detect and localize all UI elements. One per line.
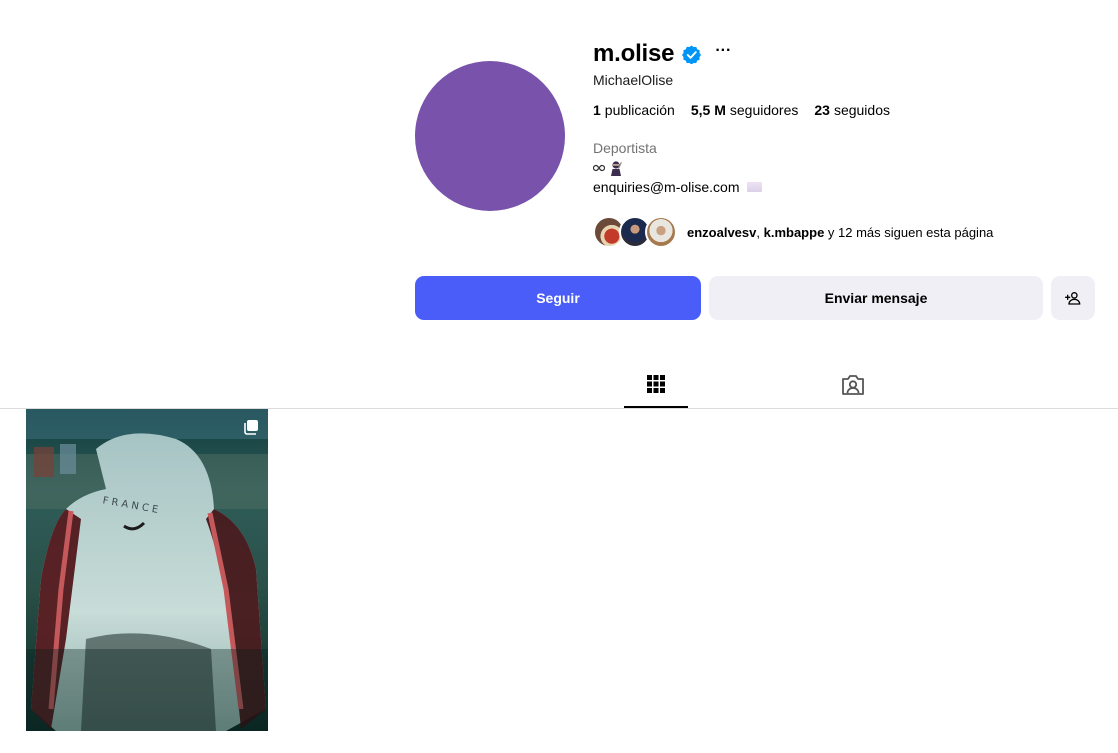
profile-info: m.olise ··· MichaelOlise 1 publicación 5,… [593,38,1093,195]
follow-button[interactable]: Seguir [415,276,701,320]
posts-stat: 1 publicación [593,102,675,118]
post-thumbnail[interactable]: F R A N C E [26,409,268,731]
envelope-emoji-icon [747,182,763,192]
email-text: enquiries@m-olise.com [593,179,740,195]
followed-by-rest: y 12 más siguen esta página [824,224,994,240]
verified-badge-icon [682,44,702,64]
infinity-icon [593,164,605,172]
profile-stats: 1 publicación 5,5 Mseguidores 23 seguidos [593,102,1093,118]
more-options-button[interactable]: ··· [715,43,731,59]
full-name: MichaelOlise [593,72,674,88]
posts-label: publicación [604,102,675,118]
followers-label: seguidores [729,102,799,118]
following-count: 23 [814,102,830,118]
add-person-icon [1065,292,1081,305]
followed-by-text: enzoalvesv, k.mbappe y 12 más siguen est… [687,225,993,240]
send-message-button[interactable]: Enviar mensaje [709,276,1043,320]
ninja-emoji-icon [611,160,622,176]
username-row: m.olise ··· [593,38,1093,70]
followers-count: 5,5 M [690,102,726,118]
followed-by-avatars [593,216,677,248]
suggested-accounts-button[interactable] [1051,276,1095,320]
post-image: F R A N C E [26,409,268,731]
tab-posts[interactable] [624,370,688,408]
tagged-person-icon [842,375,864,395]
followed-by-separator: , [756,224,764,240]
posts-count: 1 [593,102,601,118]
followed-by-row[interactable]: enzoalvesv, k.mbappe y 12 más siguen est… [593,216,993,248]
followed-by-user[interactable]: enzoalvesv [687,225,756,240]
grid-icon [647,375,665,393]
bio-email: enquiries@m-olise.com [593,179,1093,195]
profile-avatar[interactable] [415,61,565,211]
following-label: seguidos [833,102,890,118]
multiple-images-icon [244,420,258,435]
followers-stat[interactable]: 5,5 Mseguidores [691,102,799,118]
followed-by-user[interactable]: k.mbappe [764,225,825,240]
following-stat[interactable]: 23 seguidos [814,102,890,118]
tab-tagged[interactable] [821,370,885,408]
profile-category: Deportista [593,140,657,156]
bio-line [593,160,1093,176]
mini-avatar [645,216,677,248]
username: m.olise [593,40,675,67]
